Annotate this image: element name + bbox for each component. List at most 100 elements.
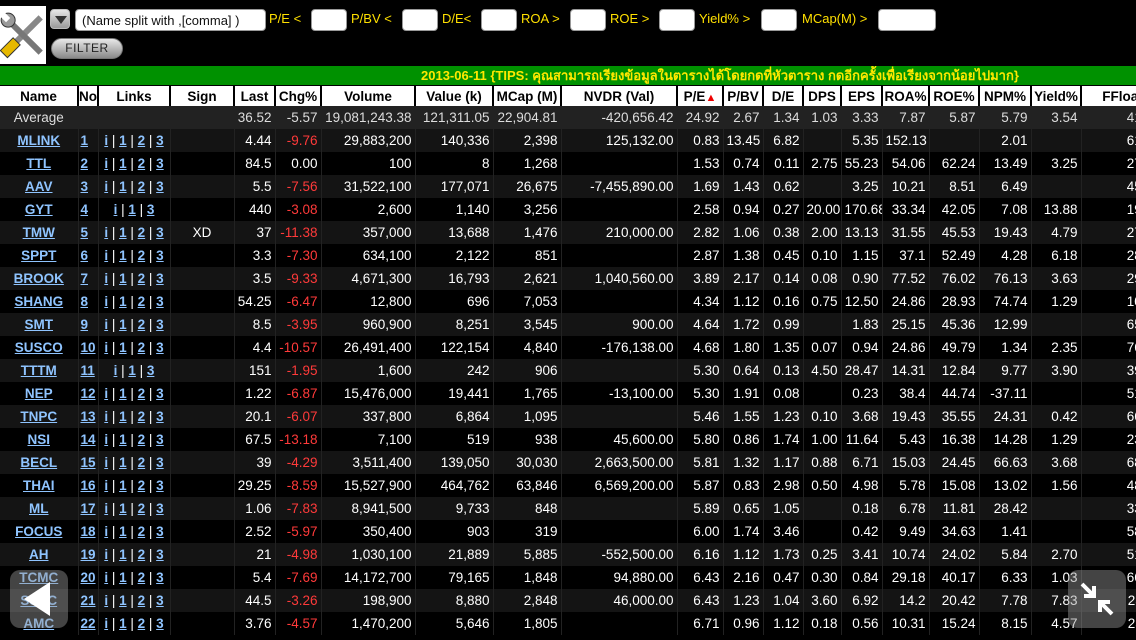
info-link[interactable]: 2 <box>138 386 146 401</box>
table-row[interactable]: FOCUS 18 i | 1 | 2 | 3 2.52 -5.97 350,400 903 3… <box>0 520 1136 543</box>
tools-icon[interactable] <box>0 6 46 64</box>
row-number-link[interactable]: 13 <box>81 409 96 424</box>
column-header-volume[interactable]: Volume <box>321 86 416 106</box>
row-number-link[interactable]: 3 <box>81 179 89 194</box>
info-link[interactable]: 1 <box>119 432 127 447</box>
table-row[interactable]: AMC 22 i | 1 | 2 | 3 3.76 -4.57 1,470,200 5,64… <box>0 612 1136 635</box>
stock-name-link[interactable]: MLINK <box>17 133 60 148</box>
row-number-link[interactable]: 2 <box>81 156 89 171</box>
info-link[interactable]: 3 <box>147 363 155 378</box>
table-row[interactable]: BROOK 7 i | 1 | 2 | 3 3.5 -9.33 4,671,300 16,7… <box>0 267 1136 290</box>
info-link[interactable]: 3 <box>156 570 164 585</box>
info-link[interactable]: 1 <box>119 386 127 401</box>
row-number-link[interactable]: 22 <box>81 616 96 631</box>
info-link[interactable]: 3 <box>156 386 164 401</box>
info-link[interactable]: 2 <box>138 179 146 194</box>
info-link[interactable]: 1 <box>119 317 127 332</box>
stock-name-link[interactable]: TMW <box>23 225 55 240</box>
info-link[interactable]: 2 <box>138 317 146 332</box>
info-link[interactable]: 1 <box>119 570 127 585</box>
stock-name-link[interactable]: SMT <box>25 317 54 332</box>
table-row[interactable]: NSI 14 i | 1 | 2 | 3 67.5 -13.18 7,100 519 938 4… <box>0 428 1136 451</box>
roe-input[interactable] <box>659 9 695 31</box>
column-header-p-bv[interactable]: P/BV <box>723 86 764 106</box>
roa-input[interactable] <box>570 9 606 31</box>
table-row[interactable]: SUSCO 10 i | 1 | 2 | 3 4.4 -10.57 26,491,400 1… <box>0 336 1136 359</box>
stock-table-container[interactable]: Name No. Links Sign Last Chg% Volume Value (k) M… <box>0 86 1136 640</box>
table-row[interactable]: TTTM 11 i | 1 | 3 151 -1.95 1,600 242 906 5.30 0.… <box>0 359 1136 382</box>
column-header-dps[interactable]: DPS <box>803 86 842 106</box>
info-link[interactable]: 2 <box>138 156 146 171</box>
stock-name-link[interactable]: BECL <box>20 455 57 470</box>
info-link[interactable]: 1 <box>119 271 127 286</box>
stock-name-link[interactable]: AH <box>29 547 49 562</box>
row-number-link[interactable]: 9 <box>81 317 89 332</box>
table-row[interactable]: TNPC 13 i | 1 | 2 | 3 20.1 -6.07 337,800 6,864… <box>0 405 1136 428</box>
stock-name-link[interactable]: SUSCO <box>15 340 63 355</box>
column-header-npm[interactable]: NPM% <box>979 86 1032 106</box>
info-link[interactable]: 3 <box>156 616 164 631</box>
table-row[interactable]: THAI 16 i | 1 | 2 | 3 29.25 -8.59 15,527,900 4… <box>0 474 1136 497</box>
info-link[interactable]: 3 <box>156 340 164 355</box>
column-header-roe[interactable]: ROE% <box>929 86 980 106</box>
stock-name-link[interactable]: TNPC <box>20 409 57 424</box>
de-input[interactable] <box>481 9 517 31</box>
info-link[interactable]: 3 <box>156 317 164 332</box>
column-header-ffloat[interactable]: FFloat <box>1081 86 1136 106</box>
info-link[interactable]: 3 <box>156 179 164 194</box>
stock-name-link[interactable]: SPPT <box>21 248 56 263</box>
table-row[interactable]: SMT 9 i | 1 | 2 | 3 8.5 -3.95 960,900 8,251 3,5… <box>0 313 1136 336</box>
info-link[interactable]: 1 <box>119 616 127 631</box>
pe-input[interactable] <box>311 9 347 31</box>
info-link[interactable]: 2 <box>138 340 146 355</box>
dropdown-button[interactable] <box>50 9 70 29</box>
name-filter-input[interactable] <box>75 9 266 31</box>
table-row[interactable]: ML 17 i | 1 | 2 | 3 1.06 -7.83 8,941,500 9,733… <box>0 497 1136 520</box>
column-header-no[interactable]: No. <box>78 86 99 106</box>
info-link[interactable]: 3 <box>156 547 164 562</box>
table-row[interactable]: GYT 4 i | 1 | 3 440 -3.08 2,600 1,140 3,256 2.58… <box>0 198 1136 221</box>
column-header-name[interactable]: Name <box>0 86 79 106</box>
column-header-nvdr-val[interactable]: NVDR (Val) <box>561 86 678 106</box>
row-number-link[interactable]: 8 <box>81 294 89 309</box>
info-link[interactable]: 1 <box>119 409 127 424</box>
table-row[interactable]: SSSC21i | 1 | 2 | 344.5-3.26198,9008,880… <box>0 589 1136 612</box>
stock-name-link[interactable]: AAV <box>25 179 53 194</box>
info-link[interactable]: 2 <box>138 248 146 263</box>
stock-name-link[interactable]: FOCUS <box>15 524 62 539</box>
info-link[interactable]: 1 <box>128 363 136 378</box>
stock-name-link[interactable]: TTTM <box>21 363 57 378</box>
info-link[interactable]: 2 <box>138 271 146 286</box>
info-link[interactable]: 1 <box>119 478 127 493</box>
row-number-link[interactable]: 15 <box>81 455 96 470</box>
info-link[interactable]: 2 <box>138 616 146 631</box>
column-header-value-k[interactable]: Value (k) <box>415 86 494 106</box>
row-number-link[interactable]: 10 <box>81 340 96 355</box>
yield-input[interactable] <box>761 9 797 31</box>
table-row[interactable]: TMW 5 i | 1 | 2 | 3 XD 37 -11.38 357,000 13,688… <box>0 221 1136 244</box>
column-header-yield[interactable]: Yield% <box>1031 86 1082 106</box>
info-link[interactable]: 3 <box>156 432 164 447</box>
info-link[interactable]: 2 <box>138 409 146 424</box>
stock-name-link[interactable]: THAI <box>23 478 55 493</box>
row-number-link[interactable]: 5 <box>81 225 89 240</box>
info-link[interactable]: 1 <box>119 340 127 355</box>
info-link[interactable]: 3 <box>156 524 164 539</box>
row-number-link[interactable]: 11 <box>81 363 95 378</box>
info-link[interactable]: 2 <box>138 501 146 516</box>
table-row[interactable]: SPPT 6 i | 1 | 2 | 3 3.3 -7.30 634,100 2,122 85… <box>0 244 1136 267</box>
column-header-roa[interactable]: ROA% <box>882 86 930 106</box>
info-link[interactable]: 3 <box>156 593 164 608</box>
row-number-link[interactable]: 4 <box>81 202 89 217</box>
back-button[interactable] <box>10 570 68 628</box>
table-row[interactable]: SHANG 8 i | 1 | 2 | 3 54.25 -6.47 12,800 696 7,… <box>0 290 1136 313</box>
row-number-link[interactable]: 20 <box>81 570 96 585</box>
info-link[interactable]: 2 <box>138 547 146 562</box>
info-link[interactable]: 1 <box>119 593 127 608</box>
info-link[interactable]: 3 <box>156 271 164 286</box>
info-link[interactable]: 3 <box>156 478 164 493</box>
stock-name-link[interactable]: SHANG <box>14 294 63 309</box>
row-number-link[interactable]: 1 <box>81 133 89 148</box>
info-link[interactable]: 3 <box>156 455 164 470</box>
row-number-link[interactable]: 18 <box>81 524 96 539</box>
